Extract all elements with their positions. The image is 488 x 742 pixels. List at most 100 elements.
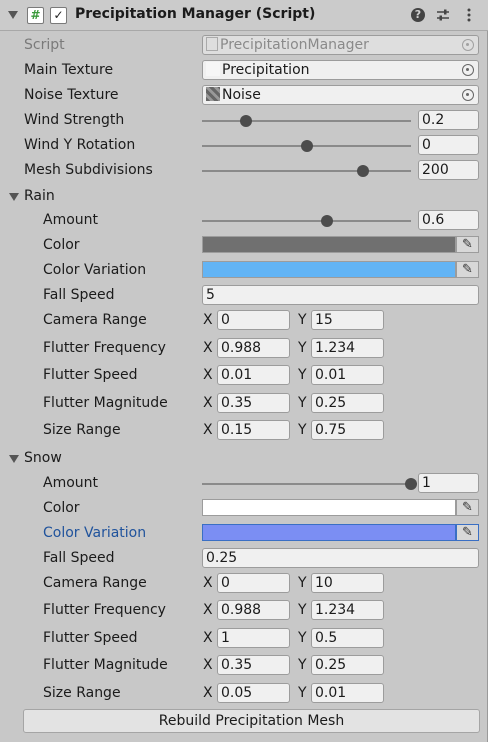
rain-size-range-y-input[interactable]: 0.75 [311, 420, 384, 440]
snow-size-range-y-input[interactable]: 0.01 [311, 683, 384, 703]
rain-color-row: Color ✎ [0, 234, 488, 258]
snow-camera-range-row: Camera Range X 0 Y 10 [0, 572, 488, 596]
snow-flutter-speed-y-input[interactable]: 0.5 [311, 628, 384, 648]
snow-amount-input[interactable]: 1 [418, 473, 479, 493]
rebuild-precipitation-mesh-button[interactable]: Rebuild Precipitation Mesh [23, 709, 480, 733]
mesh-subdivisions-slider-track[interactable] [202, 170, 411, 172]
mesh-subdivisions-slider-handle[interactable] [356, 165, 369, 177]
wind-y-rotation-row: Wind Y Rotation 0 [0, 134, 488, 158]
y-label: Y [298, 575, 307, 591]
script-asset-icon [206, 37, 218, 51]
rain-camera-range-x-input[interactable]: 0 [217, 310, 290, 330]
wind-y-rotation-label: Wind Y Rotation [24, 137, 136, 153]
snow-flutter-frequency-row: Flutter Frequency X 0.988 Y 1.234 [0, 599, 488, 623]
rain-flutter-frequency-row: Flutter Frequency X 0.988 Y 1.234 [0, 337, 488, 361]
y-label: Y [298, 602, 307, 618]
snow-camera-range-x-input[interactable]: 0 [217, 573, 290, 593]
kebab-menu-icon[interactable] [461, 7, 477, 23]
eyedropper-icon[interactable]: ✎ [456, 524, 479, 541]
script-label: Script [24, 37, 65, 53]
help-icon[interactable]: ? [411, 8, 425, 22]
rain-color-swatch[interactable] [202, 236, 456, 253]
rain-camera-range-y-input[interactable]: 15 [311, 310, 384, 330]
snow-flutter-frequency-x-input[interactable]: 0.988 [217, 600, 290, 620]
snow-flutter-frequency-y-input[interactable]: 1.234 [311, 600, 384, 620]
rain-color-variation-swatch[interactable] [202, 261, 456, 278]
rain-flutter-frequency-x-input[interactable]: 0.988 [217, 338, 290, 358]
rain-flutter-frequency-label: Flutter Frequency [43, 340, 166, 356]
presets-icon[interactable] [435, 7, 451, 23]
rain-camera-range-label: Camera Range [43, 312, 147, 328]
eyedropper-icon[interactable]: ✎ [456, 236, 479, 253]
snow-color-variation-label: Color Variation [43, 525, 147, 541]
snow-flutter-frequency-label: Flutter Frequency [43, 602, 166, 618]
rain-flutter-magnitude-x-input[interactable]: 0.35 [217, 393, 290, 413]
wind-y-rotation-slider-handle[interactable] [300, 140, 313, 152]
fold-arrow-icon[interactable] [9, 193, 19, 201]
x-label: X [203, 630, 213, 646]
snow-flutter-speed-label: Flutter Speed [43, 630, 138, 646]
rain-flutter-speed-x-input[interactable]: 0.01 [217, 365, 290, 385]
x-label: X [203, 422, 213, 438]
main-texture-row: Main Texture Precipitation [0, 59, 488, 83]
snow-size-range-label: Size Range [43, 685, 121, 701]
object-picker-icon[interactable] [462, 64, 474, 76]
rain-size-range-x-input[interactable]: 0.15 [217, 420, 290, 440]
rain-flutter-frequency-y-input[interactable]: 1.234 [311, 338, 384, 358]
rain-camera-range-row: Camera Range X 0 Y 15 [0, 309, 488, 333]
component-title: Precipitation Manager (Script) [75, 6, 316, 22]
fold-arrow-icon[interactable] [9, 455, 19, 463]
snow-amount-label: Amount [43, 475, 99, 491]
x-label: X [203, 312, 213, 328]
x-label: X [203, 367, 213, 383]
y-label: Y [298, 367, 307, 383]
main-texture-label: Main Texture [24, 62, 114, 78]
rain-amount-slider-handle[interactable] [321, 215, 334, 227]
main-texture-field[interactable]: Precipitation [202, 60, 479, 80]
noise-texture-label: Noise Texture [24, 87, 119, 103]
rain-amount-input[interactable]: 0.6 [418, 210, 479, 230]
rain-amount-slider-track[interactable] [202, 220, 411, 222]
snow-section-header[interactable]: Snow [0, 447, 488, 471]
rain-size-range-row: Size Range X 0.15 Y 0.75 [0, 419, 488, 443]
rain-fall-speed-row: Fall Speed 5 [0, 284, 488, 308]
rain-flutter-magnitude-row: Flutter Magnitude X 0.35 Y 0.25 [0, 392, 488, 416]
snow-amount-slider-handle[interactable] [405, 478, 417, 490]
x-label: X [203, 395, 213, 411]
mesh-subdivisions-input[interactable]: 200 [418, 160, 479, 180]
rain-fall-speed-input[interactable]: 5 [202, 285, 479, 305]
snow-flutter-speed-x-input[interactable]: 1 [217, 628, 290, 648]
wind-strength-slider-handle[interactable] [239, 115, 252, 127]
enabled-checkbox[interactable]: ✓ [50, 7, 67, 24]
snow-fall-speed-input[interactable]: 0.25 [202, 548, 479, 568]
wind-y-rotation-input[interactable]: 0 [418, 135, 479, 155]
snow-size-range-x-input[interactable]: 0.05 [217, 683, 290, 703]
eyedropper-icon[interactable]: ✎ [456, 261, 479, 278]
rain-section-header[interactable]: Rain [0, 185, 488, 209]
snow-color-swatch[interactable] [202, 499, 456, 516]
snow-flutter-magnitude-x-input[interactable]: 0.35 [217, 655, 290, 675]
noise-texture-field[interactable]: Noise [202, 85, 479, 105]
snow-fall-speed-row: Fall Speed 0.25 [0, 547, 488, 571]
wind-strength-input[interactable]: 0.2 [418, 110, 479, 130]
object-picker-icon[interactable] [462, 89, 474, 101]
snow-camera-range-y-input[interactable]: 10 [311, 573, 384, 593]
mesh-subdivisions-label: Mesh Subdivisions [24, 162, 153, 178]
rain-flutter-magnitude-y-input[interactable]: 0.25 [311, 393, 384, 413]
wind-strength-row: Wind Strength 0.2 [0, 109, 488, 133]
snow-color-variation-swatch[interactable] [202, 524, 456, 541]
component-header[interactable]: # ✓ Precipitation Manager (Script) ? [0, 0, 488, 31]
snow-color-variation-row: Color Variation ✎ [0, 522, 488, 546]
wind-strength-slider-track[interactable] [202, 120, 411, 122]
snow-flutter-magnitude-y-input[interactable]: 0.25 [311, 655, 384, 675]
snow-section-label: Snow [24, 450, 62, 466]
script-icon: # [27, 7, 44, 24]
fold-arrow-icon[interactable] [8, 11, 18, 19]
mesh-subdivisions-row: Mesh Subdivisions 200 [0, 159, 488, 183]
rain-size-range-label: Size Range [43, 422, 121, 438]
rain-amount-row: Amount 0.6 [0, 209, 488, 233]
snow-amount-slider-track[interactable] [202, 483, 411, 485]
rain-flutter-speed-y-input[interactable]: 0.01 [311, 365, 384, 385]
eyedropper-icon[interactable]: ✎ [456, 499, 479, 516]
noise-thumbnail-icon [206, 87, 220, 101]
